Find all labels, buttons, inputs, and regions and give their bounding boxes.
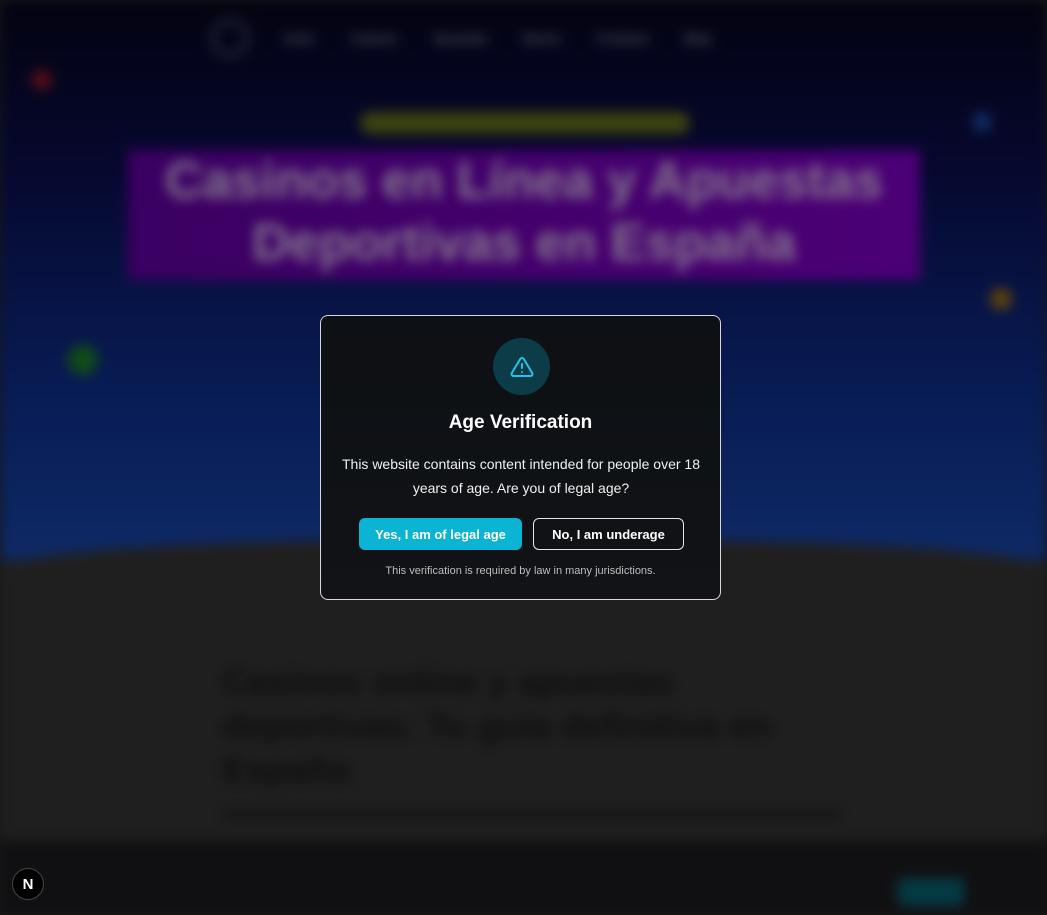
nextjs-dev-indicator-button[interactable]: N xyxy=(12,868,44,900)
confirm-age-button[interactable]: Yes, I am of legal age xyxy=(359,518,522,550)
modal-title: Age Verification xyxy=(448,412,593,433)
legal-note: This verification is required by law in … xyxy=(385,565,656,577)
modal-icon-badge xyxy=(493,338,550,395)
deny-age-button[interactable]: No, I am underage xyxy=(533,518,684,550)
modal-body-text: This website contains content intended f… xyxy=(341,456,700,496)
age-verification-modal: Age Verification This website contains c… xyxy=(320,315,721,600)
alert-triangle-icon xyxy=(510,356,533,377)
